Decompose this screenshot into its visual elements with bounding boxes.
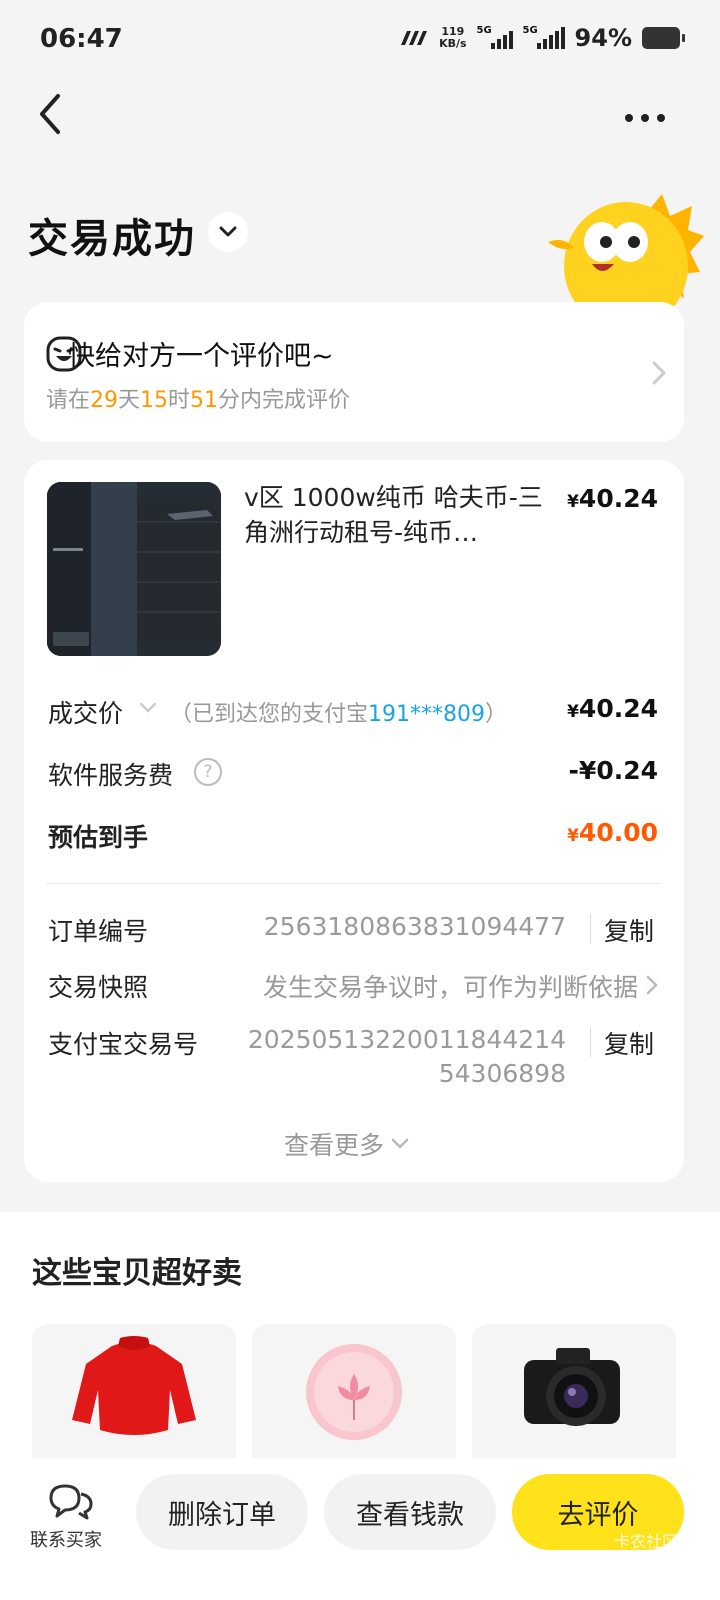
deal-note-prefix: （已到达您的支付宝 — [170, 702, 369, 727]
net-speed: 119 KB/s — [439, 26, 466, 50]
net-speed-unit: KB/s — [439, 37, 467, 50]
alipay-account: 191***809 — [368, 702, 485, 727]
battery-icon — [642, 27, 685, 49]
back-button[interactable] — [32, 92, 72, 136]
watermark: 卡农社区 — [614, 1532, 679, 1551]
chevron-down-icon — [219, 226, 237, 237]
red-sweater-image — [72, 1336, 196, 1435]
order-number-value: 2563180863831094477 — [263, 912, 566, 941]
item-title[interactable]: v区 1000w纯币 哈夫币-三角洲行动租号-纯币… — [244, 480, 544, 550]
chevron-left-icon — [40, 94, 60, 134]
status-bar: 06:47 119 KB/s 5G 5G 94% — [0, 0, 720, 80]
delete-order-button[interactable]: 删除订单 — [136, 1474, 308, 1550]
item-price-value: 40.24 — [578, 484, 658, 513]
alipay-trade-line1: 202505132200118442​14 — [247, 1025, 566, 1054]
copy-order-number-button[interactable]: 复制 — [604, 912, 654, 948]
signal-1-tag: 5G — [476, 25, 492, 36]
view-funds-button[interactable]: 查看钱款 — [324, 1474, 496, 1550]
recommend-item-pink-flower-ball[interactable] — [252, 1324, 456, 1474]
order-number-label: 订单编号 — [48, 917, 149, 946]
estimated-amount: 40.00 — [578, 818, 658, 847]
countdown-prefix: 请在 — [46, 388, 91, 413]
help-icon[interactable]: ? — [194, 758, 222, 786]
countdown-days: 29 — [90, 388, 119, 413]
signal-icon-1: 5G — [476, 25, 513, 49]
divider — [46, 883, 660, 884]
deal-note-suffix: ） — [485, 702, 508, 727]
see-more-label: 查看更多 — [284, 1131, 385, 1160]
countdown-suffix: 分内完成评价 — [218, 388, 351, 413]
chevron-right-icon — [646, 975, 658, 995]
service-fee-label: 软件服务费 — [48, 761, 174, 790]
recommend-title: 这些宝贝超好卖 — [32, 1256, 242, 1291]
review-prompt-title: 快给对方一个评价吧~ — [68, 341, 334, 372]
review-countdown: 请在29天15时51分内完成评价 — [46, 382, 350, 414]
snapshot-hint[interactable]: 发生交易争议时，可作为判断依据 — [263, 968, 638, 1004]
dslr-camera-image — [524, 1348, 620, 1426]
estimated-currency: ¥ — [567, 826, 579, 846]
status-toggle-button[interactable] — [208, 212, 248, 252]
item-price: ¥40.24 — [567, 484, 658, 513]
signal-icon-2: 5G — [522, 25, 565, 49]
service-fee-value: -¥0.24 — [568, 756, 658, 785]
see-more-button[interactable]: 查看更多 — [284, 1126, 410, 1162]
chat-bubble-icon — [49, 1484, 93, 1520]
status-time: 06:47 — [40, 24, 123, 54]
countdown-minutes: 51 — [190, 388, 219, 413]
separator — [590, 1027, 591, 1057]
estimated-label: 预估到手 — [48, 823, 149, 852]
estimated-value: ¥40.00 — [567, 818, 658, 847]
item-thumbnail[interactable] — [47, 482, 221, 656]
separator — [590, 914, 591, 944]
pink-flower-ball-image — [306, 1344, 402, 1440]
snapshot-label[interactable]: 交易快照 — [48, 968, 148, 1004]
mascot-fish-icon — [548, 194, 704, 306]
countdown-hours-unit: 时 — [168, 388, 191, 413]
chevron-down-icon — [391, 1138, 409, 1149]
deal-price-currency: ¥ — [567, 702, 579, 722]
more-button[interactable] — [620, 100, 670, 136]
recommend-item-red-sweater[interactable] — [32, 1324, 236, 1474]
battery-percent: 94% — [574, 24, 632, 52]
chevron-right-icon — [652, 361, 667, 385]
page-title: 交易成功 — [28, 216, 196, 262]
chevron-down-icon — [139, 702, 157, 713]
deal-price-note: （已到达您的支付宝191***809） — [170, 696, 507, 728]
alipay-trade-line2: 54306898 — [438, 1059, 566, 1088]
deal-price-label[interactable]: 成交价 — [48, 694, 123, 730]
recommend-item-dslr-camera[interactable] — [472, 1324, 676, 1474]
deal-price-amount: 40.24 — [578, 694, 658, 723]
more-horizontal-icon — [625, 114, 633, 122]
network-brand-icon — [401, 31, 428, 45]
signal-2-tag: 5G — [522, 25, 538, 36]
copy-alipay-trade-button[interactable]: 复制 — [604, 1025, 654, 1061]
countdown-hours: 15 — [140, 388, 169, 413]
deal-price-value: ¥40.24 — [567, 694, 658, 723]
alipay-trade-label: 支付宝交易号 — [48, 1030, 199, 1059]
countdown-days-unit: 天 — [118, 388, 141, 413]
contact-buyer-label: 联系买家 — [30, 1530, 102, 1551]
item-price-currency: ¥ — [567, 492, 579, 512]
